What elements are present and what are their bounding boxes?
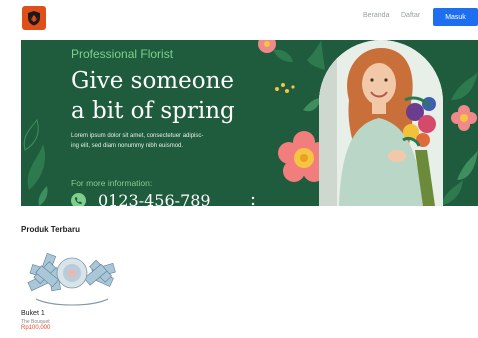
product-name: Buket 1 [21, 310, 45, 317]
florist-photo [319, 40, 443, 206]
hero-body-line-2: ing elit, sed diam nonummy nibh euismod. [71, 143, 184, 149]
hero-body: Lorem ipsum dolor sit amet, consectetuer… [71, 131, 261, 151]
nav-link-home[interactable]: Beranda [363, 12, 389, 19]
navbar: Beranda Daftar Masuk [0, 0, 478, 36]
dots-decoration-icon [251, 196, 255, 206]
section-title: Produk Terbaru [21, 225, 80, 234]
login-button[interactable]: Masuk [433, 8, 478, 26]
product-price: Rp100,000 [21, 325, 51, 331]
hero-subtitle: Professional Florist [71, 47, 174, 61]
money-bouquet-image [21, 239, 123, 309]
hero-banner: Professional Florist Give someone a bit … [21, 40, 478, 206]
product-card[interactable]: Buket 1 The Bouquet Rp100,000 [21, 239, 126, 338]
flower-shield-icon [28, 11, 40, 26]
phone-row: 0123-456-789 [71, 191, 211, 206]
more-info-label: For more information: [71, 178, 153, 188]
nav-link-register[interactable]: Daftar [401, 12, 420, 19]
hero-title: Give someone a bit of spring [71, 66, 261, 126]
florist-woman-image [319, 40, 443, 206]
phone-number: 0123-456-789 [98, 191, 211, 206]
logo-icon[interactable] [22, 6, 46, 30]
hero-title-line-2: a bit of spring [71, 98, 235, 124]
hero-title-line-1: Give someone [71, 68, 234, 94]
hero-body-line-1: Lorem ipsum dolor sit amet, consectetuer… [71, 133, 204, 139]
phone-icon [71, 193, 86, 206]
